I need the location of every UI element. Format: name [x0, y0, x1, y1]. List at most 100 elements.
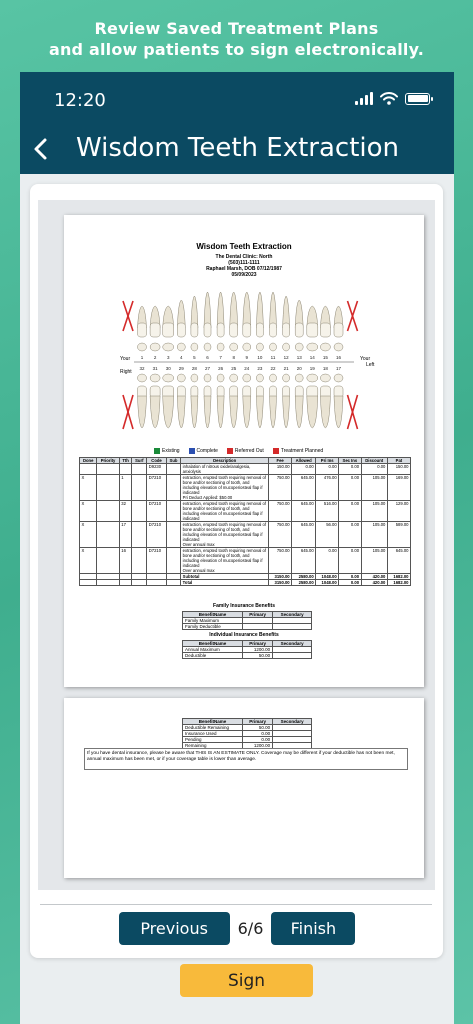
table-cell: inhalation of nitrous oxide/analgesia, a…	[180, 463, 270, 475]
table-cell	[131, 474, 148, 501]
table-row: Family Deductible	[182, 623, 312, 630]
legend-label: Treatment Planned	[280, 448, 324, 454]
upper-tooth-number: 15	[323, 355, 329, 360]
lower-tooth-number: 22	[270, 366, 276, 371]
lower-tooth-21	[282, 373, 290, 429]
lower-tooth-28	[190, 373, 199, 429]
table-cell: 1048.00	[315, 579, 340, 586]
lower-tooth-31	[149, 373, 161, 429]
page-navigation: Previous 6/6 Finish	[20, 912, 454, 945]
planned-extraction-mark-17	[346, 394, 359, 430]
table-cell: D9230	[146, 463, 167, 475]
lower-tooth-number: 29	[179, 366, 185, 371]
lower-tooth-number: 20	[297, 366, 303, 371]
lower-tooth-27	[203, 373, 212, 429]
table-cell	[131, 521, 148, 548]
lower-tooth-number: 24	[244, 366, 250, 371]
table-cell: 589.00	[386, 521, 412, 548]
cellular-signal-icon	[355, 92, 373, 105]
table-cell: 0.00	[338, 463, 362, 475]
chevron-left-icon[interactable]	[26, 132, 56, 168]
upper-tooth-number: 8	[232, 355, 235, 360]
chart-legend: Existing Complete Referred Out Treatment Pl…	[154, 448, 323, 454]
lower-tooth-30	[162, 373, 174, 429]
table-cell: D7210	[146, 521, 167, 548]
table-cell: extraction, erupted tooth requiring remo…	[180, 547, 270, 574]
upper-tooth-number: 2	[154, 355, 157, 360]
doc-date: 05/09/2023	[231, 272, 257, 278]
table-cell: D7210	[146, 474, 167, 501]
upper-tooth-number: 14	[310, 355, 316, 360]
status-time: 12:20	[54, 90, 106, 111]
table-cell	[96, 579, 120, 586]
table-cell	[96, 547, 120, 574]
table-cell: 420.00	[360, 579, 388, 586]
upper-tooth-number: 3	[167, 355, 170, 360]
lower-tooth-number: 27	[205, 366, 211, 371]
previous-button[interactable]: Previous	[118, 912, 230, 945]
table-cell: 105.00	[360, 521, 388, 548]
finish-button[interactable]: Finish	[271, 912, 356, 945]
table-cell	[96, 521, 120, 548]
battery-icon	[405, 92, 433, 105]
table-cell: D7210	[146, 500, 167, 522]
table-row: D9230 inhalation of nitrous oxide/analges…	[78, 463, 412, 475]
upper-tooth-number: 10	[257, 355, 263, 360]
lower-tooth-23	[256, 373, 264, 429]
table-cell	[96, 463, 120, 475]
document-card: Wisdom Teeth Extraction The Dental Clini…	[30, 184, 443, 997]
legend-item: Treatment Planned	[272, 448, 324, 454]
table-row: Deductible 50.00	[182, 652, 312, 659]
doc-title: Wisdom Teeth Extraction	[196, 242, 292, 251]
table-cell: 105.00	[360, 547, 388, 574]
tooth-chart: 1 2 3 4 5 6 7 8 9 10 11 12 13 14 15 1632 31 30 29 28 27 26 25 2…	[122, 291, 359, 430]
lower-tooth-19	[306, 373, 319, 429]
planned-extraction-mark-16	[346, 300, 359, 332]
upper-tooth-11	[269, 291, 277, 352]
promo-line-2: and allow patients to sign electronicall…	[48, 40, 425, 59]
lower-tooth-22	[269, 373, 277, 429]
table-cell	[165, 547, 182, 574]
table-cell	[272, 652, 312, 659]
planned-extraction-mark-1	[122, 300, 134, 332]
lower-tooth-number: 23	[257, 366, 263, 371]
lower-tooth-number: 28	[192, 366, 198, 371]
legend-label: Existing	[162, 448, 180, 454]
planned-extraction-mark-32	[122, 394, 134, 430]
upper-tooth-number: 16	[336, 355, 342, 360]
family-benefits-table: BenefitName Primary Secondary Family Maximu…	[182, 611, 312, 630]
table-cell: 750.00	[268, 474, 293, 501]
table-cell	[78, 579, 98, 586]
table-row: X 17 D7210 extraction, erupted tooth requir…	[78, 521, 412, 548]
table-cell	[78, 463, 98, 475]
document-viewer[interactable]: Wisdom Teeth Extraction The Dental Clini…	[38, 200, 435, 890]
lower-tooth-17	[333, 373, 344, 429]
table-cell	[241, 623, 274, 630]
upper-tooth-7	[216, 291, 225, 352]
table-cell: Deductible	[182, 652, 243, 659]
table-cell	[165, 463, 182, 475]
lower-tooth-26	[216, 373, 225, 429]
legend-label: Complete	[196, 448, 218, 454]
upper-tooth-number: 5	[193, 355, 196, 360]
table-cell: 645.00	[291, 474, 317, 501]
upper-tooth-number: 12	[284, 355, 290, 360]
sign-button[interactable]: Sign	[180, 964, 313, 997]
table-row: Total 3150.00 2580.00 1048.00 0.00 420.00 1682…	[78, 579, 412, 586]
app-header: 12:20 Wisdom Teeth Extraction	[20, 72, 454, 174]
table-cell	[165, 579, 182, 586]
upper-tooth-13	[294, 299, 304, 352]
table-cell: X	[78, 547, 98, 574]
wifi-icon	[380, 92, 398, 105]
promo-line-1: Review Saved Treatment Plans	[94, 19, 379, 38]
table-cell: 0.00	[338, 521, 362, 548]
table-cell: D7210	[146, 547, 167, 574]
table-cell: 105.00	[360, 474, 388, 501]
table-cell: 645.00	[291, 500, 317, 522]
table-cell: 516.00	[315, 500, 340, 522]
upper-tooth-12	[282, 295, 290, 352]
table-cell: 17	[118, 521, 133, 548]
upper-tooth-8	[229, 291, 238, 352]
upper-tooth-1	[137, 305, 147, 352]
upper-tooth-6	[203, 291, 212, 352]
